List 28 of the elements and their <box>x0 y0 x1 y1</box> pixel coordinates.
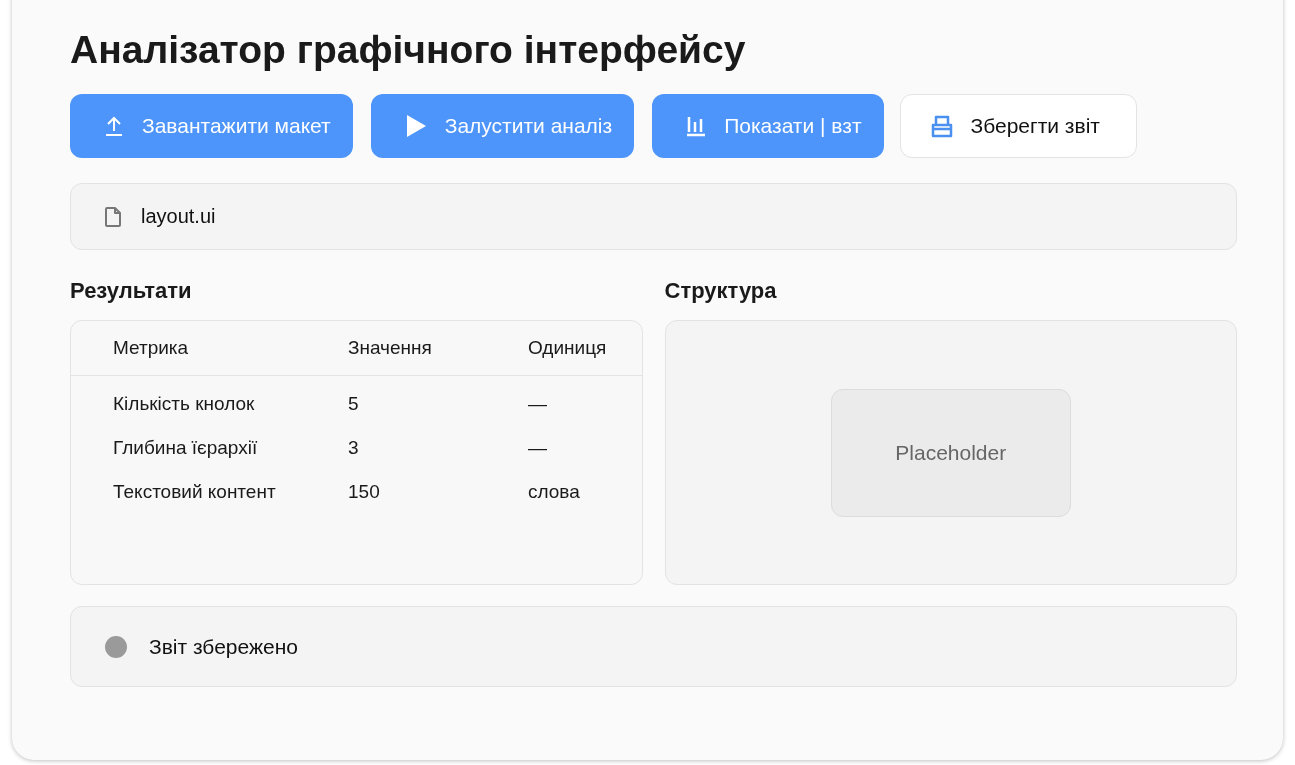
column-header: Одиниця <box>528 337 608 359</box>
section-heading: Результати <box>70 277 193 305</box>
table-cell-text: Глибина їєрархії <box>113 437 259 459</box>
upload-icon <box>104 115 124 137</box>
toolbar-button[interactable]: Залустити аналіз <box>370 94 635 158</box>
table-cell-text: — <box>528 437 548 459</box>
table-cell-text: 150 <box>348 481 381 503</box>
table-cell-text: Кількість кнолок <box>113 393 256 415</box>
table-cell-text: слова <box>528 481 581 503</box>
table-cell-text: — <box>528 393 548 415</box>
app-title: Аналізатор графічного інтерфейсу <box>70 27 747 73</box>
status-text: Звіт збережено <box>149 634 298 659</box>
toolbar-button[interactable]: Показати | взт <box>652 94 884 158</box>
table-cell-text: 3 <box>348 437 360 459</box>
toolbar-button[interactable]: Зберегти звіт <box>899 94 1137 158</box>
printer-icon <box>930 114 953 138</box>
section-heading: Структура <box>664 277 778 305</box>
placeholder-box: Placeholder <box>830 388 1071 517</box>
table-cell-text: Текстовий контент <box>113 481 277 503</box>
toolbar-button[interactable]: Завантажити макет <box>70 94 353 158</box>
column-header: Метрика <box>113 337 190 359</box>
table-cell-text: 5 <box>348 393 360 415</box>
bar-chart-icon <box>686 115 707 137</box>
play-icon <box>404 114 427 138</box>
file-name: layout.ui <box>141 205 216 228</box>
file-icon <box>105 206 121 227</box>
column-header: Значення <box>348 337 433 359</box>
status-dot <box>105 635 127 658</box>
